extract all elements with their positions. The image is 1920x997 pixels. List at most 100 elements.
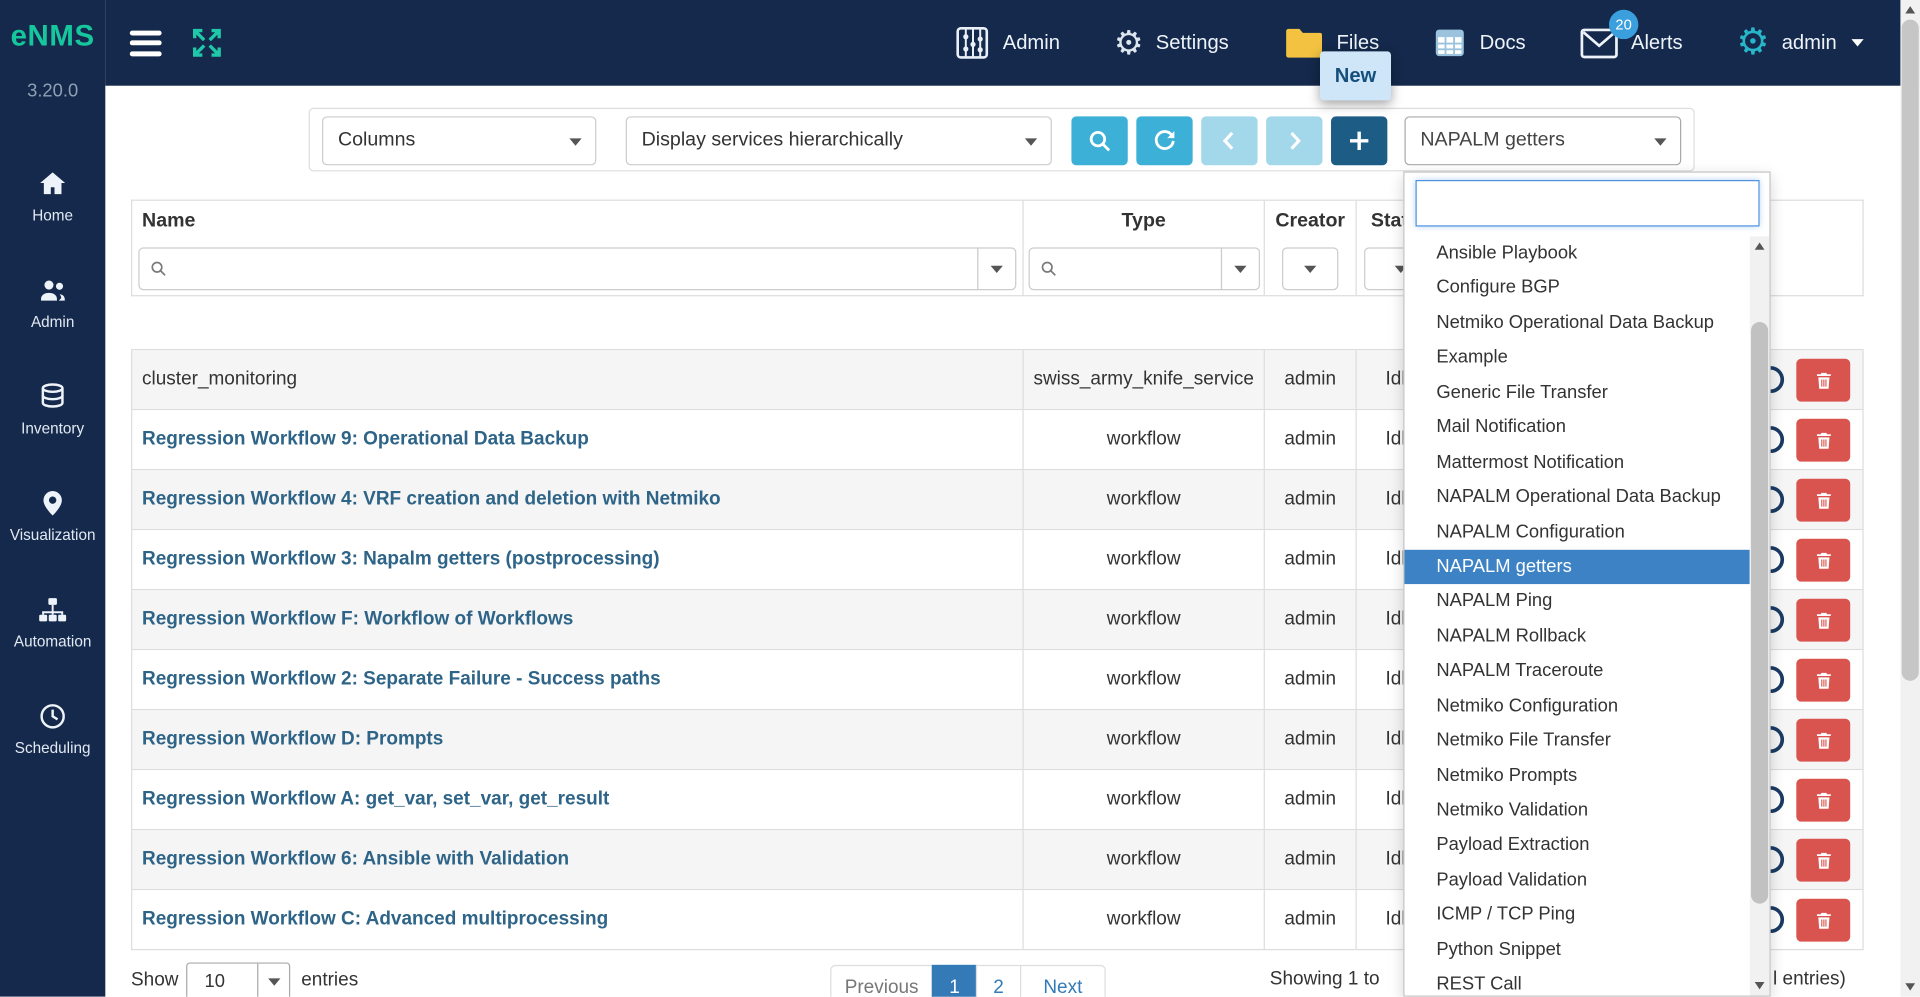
- header-menu-admin[interactable]: Admin: [954, 24, 1060, 61]
- next-page-button[interactable]: [1266, 116, 1323, 166]
- scroll-up-arrow[interactable]: [1900, 0, 1920, 20]
- display-mode-dropdown[interactable]: Display services hierarchically: [625, 116, 1052, 166]
- service-name-link[interactable]: Regression Workflow 2: Separate Failure …: [142, 669, 661, 691]
- sidebar: eNMS 3.20.0 Home Admin Inventory Visuali…: [0, 0, 106, 997]
- service-type-option[interactable]: Configure BGP: [1404, 271, 1749, 306]
- sidebar-item-admin[interactable]: Admin: [0, 250, 105, 357]
- refresh-icon: [1154, 130, 1175, 150]
- header-menu-alerts[interactable]: 20 Alerts: [1580, 9, 1683, 59]
- sidebar-item-home[interactable]: Home: [0, 143, 105, 250]
- scroll-down-arrow[interactable]: [1900, 977, 1920, 997]
- service-name-link[interactable]: Regression Workflow 4: VRF creation and …: [142, 489, 721, 511]
- type-filter-mode-select[interactable]: [1220, 247, 1260, 291]
- trash-icon: [1816, 492, 1831, 509]
- creator-filter-select[interactable]: [1282, 247, 1339, 291]
- delete-service-button[interactable]: [1796, 598, 1851, 642]
- name-filter-cell: [132, 242, 1022, 295]
- delete-service-button[interactable]: [1796, 898, 1851, 942]
- chevron-down-icon: [267, 977, 280, 986]
- delete-service-button[interactable]: [1796, 418, 1851, 462]
- service-type-option[interactable]: REST Call: [1404, 968, 1749, 996]
- trash-icon: [1816, 852, 1831, 869]
- service-type-option[interactable]: NAPALM Ping: [1404, 585, 1749, 620]
- service-type-option[interactable]: Mattermost Notification: [1404, 445, 1749, 480]
- previous-page-button[interactable]: [1201, 116, 1258, 166]
- delete-service-button[interactable]: [1796, 838, 1851, 882]
- type-filter-cell: [1022, 242, 1263, 296]
- page-scrollbar-thumb[interactable]: [1901, 19, 1919, 681]
- dropdown-scrollbar[interactable]: [1749, 236, 1770, 996]
- service-type-option[interactable]: Netmiko File Transfer: [1404, 724, 1749, 759]
- docs-icon: [1436, 29, 1465, 57]
- name-cell: Regression Workflow C: Advanced multipro…: [132, 890, 1022, 949]
- sidebar-item-scheduling[interactable]: Scheduling: [0, 676, 105, 783]
- service-type-option[interactable]: Ansible Playbook: [1404, 236, 1749, 271]
- alerts-count-badge: 20: [1608, 9, 1639, 39]
- scroll-down-arrow[interactable]: [1750, 976, 1770, 996]
- scroll-up-arrow[interactable]: [1750, 236, 1770, 256]
- page-size-caret: [257, 963, 289, 997]
- service-type-option[interactable]: NAPALM Traceroute: [1404, 654, 1749, 689]
- pagination-page-2[interactable]: 2: [975, 964, 1022, 997]
- service-name-link[interactable]: Regression Workflow 6: Ansible with Vali…: [142, 849, 569, 871]
- header-menu-docs[interactable]: Docs: [1433, 26, 1526, 60]
- new-service-button[interactable]: [1331, 116, 1388, 166]
- service-type-option[interactable]: Mail Notification: [1404, 410, 1749, 445]
- pagination-next[interactable]: Next: [1019, 964, 1106, 997]
- search-button[interactable]: [1071, 116, 1128, 166]
- service-type-option[interactable]: Payload Validation: [1404, 863, 1749, 898]
- delete-service-button[interactable]: [1796, 718, 1851, 762]
- refresh-button[interactable]: [1136, 116, 1193, 166]
- dropdown-scrollbar-thumb[interactable]: [1751, 322, 1769, 904]
- service-type-dropdown[interactable]: NAPALM getters: [1404, 116, 1682, 166]
- column-header-creator[interactable]: Creator: [1263, 200, 1356, 243]
- sidebar-item-visualization[interactable]: Visualization: [0, 463, 105, 570]
- service-type-option[interactable]: NAPALM Configuration: [1404, 515, 1749, 550]
- service-type-option[interactable]: Netmiko Configuration: [1404, 689, 1749, 724]
- service-type-option[interactable]: Netmiko Operational Data Backup: [1404, 306, 1749, 341]
- gear-icon: ⚙: [1113, 23, 1144, 62]
- column-header-name[interactable]: Name: [132, 201, 1022, 243]
- service-name-link[interactable]: Regression Workflow F: Workflow of Workf…: [142, 609, 573, 631]
- service-type-option[interactable]: NAPALM Rollback: [1404, 619, 1749, 654]
- service-type-option[interactable]: Example: [1404, 341, 1749, 376]
- page-size-select[interactable]: 10: [186, 962, 291, 997]
- sidebar-item-automation[interactable]: Automation: [0, 569, 105, 676]
- name-filter-input[interactable]: [138, 247, 979, 291]
- sidebar-item-inventory[interactable]: Inventory: [0, 356, 105, 463]
- service-type-option[interactable]: Netmiko Validation: [1404, 793, 1749, 828]
- pagination-previous[interactable]: Previous: [830, 964, 934, 997]
- name-filter-mode-select[interactable]: [977, 247, 1017, 291]
- delete-service-button[interactable]: [1796, 358, 1851, 402]
- pagination-page-1[interactable]: 1: [931, 964, 978, 997]
- service-type-search-input[interactable]: [1415, 179, 1760, 227]
- chevron-right-icon: [1290, 131, 1301, 150]
- service-type-option[interactable]: Generic File Transfer: [1404, 376, 1749, 411]
- service-type-option[interactable]: Python Snippet: [1404, 933, 1749, 968]
- service-name-link[interactable]: Regression Workflow D: Prompts: [142, 729, 443, 751]
- header-menu-user[interactable]: ⚙ admin: [1736, 24, 1864, 61]
- page-scrollbar[interactable]: [1900, 0, 1920, 997]
- type-cell: swiss_army_knife_service: [1022, 350, 1263, 409]
- chevron-down-icon: [1654, 138, 1667, 146]
- database-icon: [41, 383, 64, 408]
- service-type-option[interactable]: ICMP / TCP Ping: [1404, 898, 1749, 933]
- header-menu-settings[interactable]: ⚙ Settings: [1114, 26, 1229, 59]
- delete-service-button[interactable]: [1796, 478, 1851, 522]
- service-name-link[interactable]: Regression Workflow 9: Operational Data …: [142, 429, 589, 451]
- service-type-option[interactable]: Payload Extraction: [1404, 828, 1749, 863]
- service-name-link[interactable]: Regression Workflow 3: Napalm getters (p…: [142, 549, 659, 571]
- delete-service-button[interactable]: [1796, 538, 1851, 582]
- column-header-type[interactable]: Type: [1022, 200, 1263, 243]
- fullscreen-toggle-button[interactable]: [184, 20, 231, 67]
- service-type-option[interactable]: NAPALM Operational Data Backup: [1404, 480, 1749, 515]
- service-type-option[interactable]: NAPALM getters: [1404, 549, 1750, 585]
- menu-toggle-button[interactable]: [122, 20, 169, 67]
- service-type-option[interactable]: Netmiko Prompts: [1404, 759, 1749, 794]
- delete-service-button[interactable]: [1796, 778, 1851, 822]
- creator-cell: admin: [1263, 530, 1356, 589]
- columns-dropdown[interactable]: Columns: [322, 116, 597, 166]
- service-name-link[interactable]: Regression Workflow C: Advanced multipro…: [142, 909, 608, 931]
- delete-service-button[interactable]: [1796, 658, 1851, 702]
- service-name-link[interactable]: Regression Workflow A: get_var, set_var,…: [142, 789, 609, 811]
